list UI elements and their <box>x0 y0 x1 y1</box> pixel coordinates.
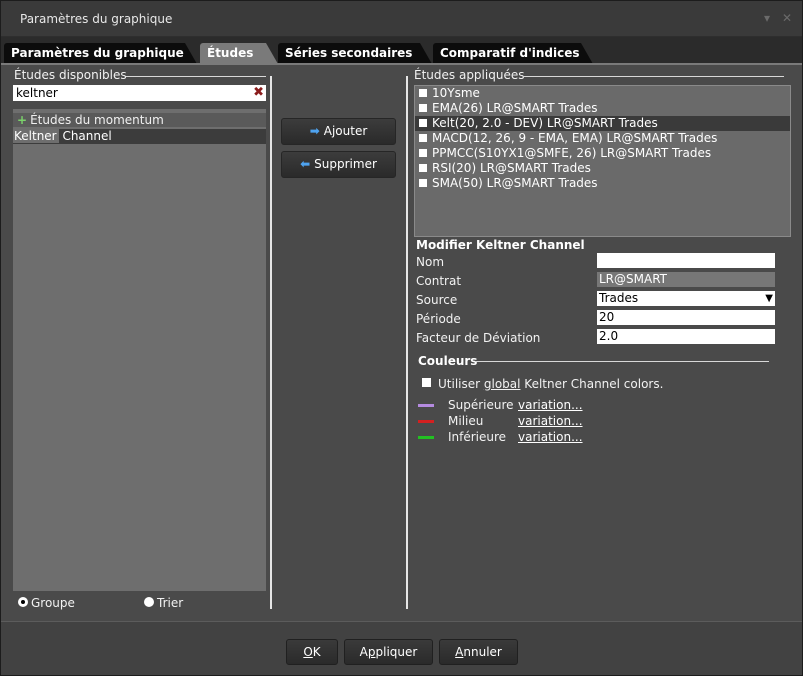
available-title-rule <box>126 76 266 77</box>
applied-checkbox[interactable] <box>419 104 427 112</box>
ok-rest: K <box>312 645 321 659</box>
available-studies-list[interactable]: + Études du momentum Keltner Channel <box>13 109 266 591</box>
middle-color-swatch <box>418 420 434 423</box>
study-item-label: Channel <box>58 129 112 143</box>
applied-item[interactable]: 10Ysme <box>415 86 790 101</box>
apply-pre: A <box>359 645 368 659</box>
applied-checkbox[interactable] <box>419 119 427 127</box>
expand-plus-icon[interactable]: + <box>17 113 27 127</box>
add-study-button[interactable]: ➡ Ajouter <box>281 118 396 145</box>
applied-checkbox[interactable] <box>419 134 427 142</box>
search-value: keltner <box>16 86 58 100</box>
tab-index-comparison[interactable]: Comparatif d'indices <box>433 43 593 64</box>
ok-mnemonic: O <box>303 645 313 659</box>
lower-color-swatch <box>418 436 434 439</box>
apply-rest: pliquer <box>375 645 418 659</box>
tab-studies[interactable]: Études <box>200 43 278 64</box>
remove-label: Supprimer <box>314 157 377 171</box>
applied-item-label: 10Ysme <box>432 86 480 100</box>
name-input[interactable] <box>597 253 775 268</box>
radio-sort[interactable] <box>144 597 154 607</box>
applied-item[interactable]: PPMCC(S10YX1@SMFE, 26) LR@SMART Trades <box>415 146 790 161</box>
clear-search-icon[interactable]: ✖ <box>253 85 264 101</box>
cancel-button[interactable]: Annuler <box>439 639 518 665</box>
left-panel-divider <box>270 76 272 609</box>
apply-mnemonic: p <box>367 645 376 659</box>
source-label: Source <box>416 293 458 307</box>
cancel-rest: nnuler <box>463 645 502 659</box>
radio-sort-label: Trier <box>157 596 184 610</box>
use-global-colors-checkbox[interactable] <box>422 378 431 387</box>
group-momentum[interactable]: + Études du momentum <box>13 113 266 127</box>
available-studies-title: Études disponibles <box>14 68 127 82</box>
group-label: Études du momentum <box>30 113 164 127</box>
applied-checkbox[interactable] <box>419 89 427 97</box>
right-panel-divider <box>406 76 408 609</box>
name-label: Nom <box>416 255 445 269</box>
study-item-keltner-channel[interactable]: Keltner Channel <box>13 129 266 144</box>
use-global-pre: Utiliser <box>438 377 484 391</box>
deviation-factor-label: Facteur de Déviation <box>416 331 541 345</box>
global-link[interactable]: global <box>484 377 521 391</box>
tab-chart-settings[interactable]: Paramètres du graphique <box>4 43 197 64</box>
window-title: Paramètres du graphique <box>20 12 173 26</box>
source-select[interactable]: Trades ▼ <box>597 291 775 306</box>
upper-color-swatch <box>418 404 434 407</box>
radio-group-label: Groupe <box>31 596 75 610</box>
contract-field: LR@SMART <box>597 272 775 287</box>
applied-item[interactable]: MACD(12, 26, 9 - EMA, EMA) LR@SMART Trad… <box>415 131 790 146</box>
study-search-input[interactable]: keltner ✖ <box>13 85 266 101</box>
applied-studies-list[interactable]: 10Ysme EMA(26) LR@SMART Trades Kelt(20, … <box>414 85 791 237</box>
middle-variation-link[interactable]: variation... <box>518 414 583 428</box>
applied-studies-title: Études appliquées <box>414 68 525 82</box>
applied-item-label: SMA(50) LR@SMART Trades <box>432 176 598 190</box>
applied-item[interactable]: RSI(20) LR@SMART Trades <box>415 161 790 176</box>
applied-item-label: EMA(26) LR@SMART Trades <box>432 101 598 115</box>
search-match-highlight: Keltner <box>13 129 59 143</box>
period-label: Période <box>416 312 461 326</box>
applied-item-label: PPMCC(S10YX1@SMFE, 26) LR@SMART Trades <box>432 146 712 160</box>
applied-item-selected[interactable]: Kelt(20, 2.0 - DEV) LR@SMART Trades <box>415 116 790 131</box>
remove-study-button[interactable]: ⬅ Supprimer <box>281 151 396 178</box>
applied-checkbox[interactable] <box>419 164 427 172</box>
period-input[interactable]: 20 <box>597 310 775 325</box>
colors-title-rule <box>475 361 769 362</box>
applied-item-label: RSI(20) LR@SMART Trades <box>432 161 591 175</box>
lower-variation-link[interactable]: variation... <box>518 430 583 444</box>
applied-item-label: MACD(12, 26, 9 - EMA, EMA) LR@SMART Trad… <box>432 131 718 145</box>
arrow-left-icon: ⬅ <box>300 157 311 171</box>
add-label: Ajouter <box>323 124 368 138</box>
lower-label: Inférieure <box>448 430 507 444</box>
chart-settings-dialog: Paramètres du graphique ▾ ✕ Paramètres d… <box>0 0 803 676</box>
minimize-icon[interactable]: ▾ <box>764 11 770 25</box>
applied-title-rule <box>524 76 784 77</box>
applied-checkbox[interactable] <box>419 149 427 157</box>
radio-group[interactable] <box>18 597 28 607</box>
apply-button[interactable]: Appliquer <box>344 639 433 665</box>
middle-label: Milieu <box>448 414 484 428</box>
upper-label: Supérieure <box>448 398 514 412</box>
use-global-post: Keltner Channel colors. <box>520 377 664 391</box>
modify-study-title: Modifier Keltner Channel <box>416 238 585 252</box>
source-value: Trades <box>599 291 639 305</box>
colors-title: Couleurs <box>418 354 478 368</box>
applied-item-label: Kelt(20, 2.0 - DEV) LR@SMART Trades <box>432 116 658 130</box>
use-global-colors-label: Utiliser global Keltner Channel colors. <box>438 377 663 391</box>
arrow-right-icon: ➡ <box>309 124 320 138</box>
dropdown-arrow-icon[interactable]: ▼ <box>765 291 773 306</box>
applied-checkbox[interactable] <box>419 179 427 187</box>
contract-label: Contrat <box>416 274 462 288</box>
applied-item[interactable]: EMA(26) LR@SMART Trades <box>415 101 790 116</box>
deviation-factor-input[interactable]: 2.0 <box>597 329 775 344</box>
tab-secondary-series[interactable]: Séries secondaires <box>278 43 432 64</box>
title-bar: Paramètres du graphique ▾ ✕ <box>1 1 802 37</box>
applied-item[interactable]: SMA(50) LR@SMART Trades <box>415 176 790 191</box>
ok-button[interactable]: OK <box>286 639 338 665</box>
upper-variation-link[interactable]: variation... <box>518 398 583 412</box>
close-icon[interactable]: ✕ <box>782 11 792 25</box>
